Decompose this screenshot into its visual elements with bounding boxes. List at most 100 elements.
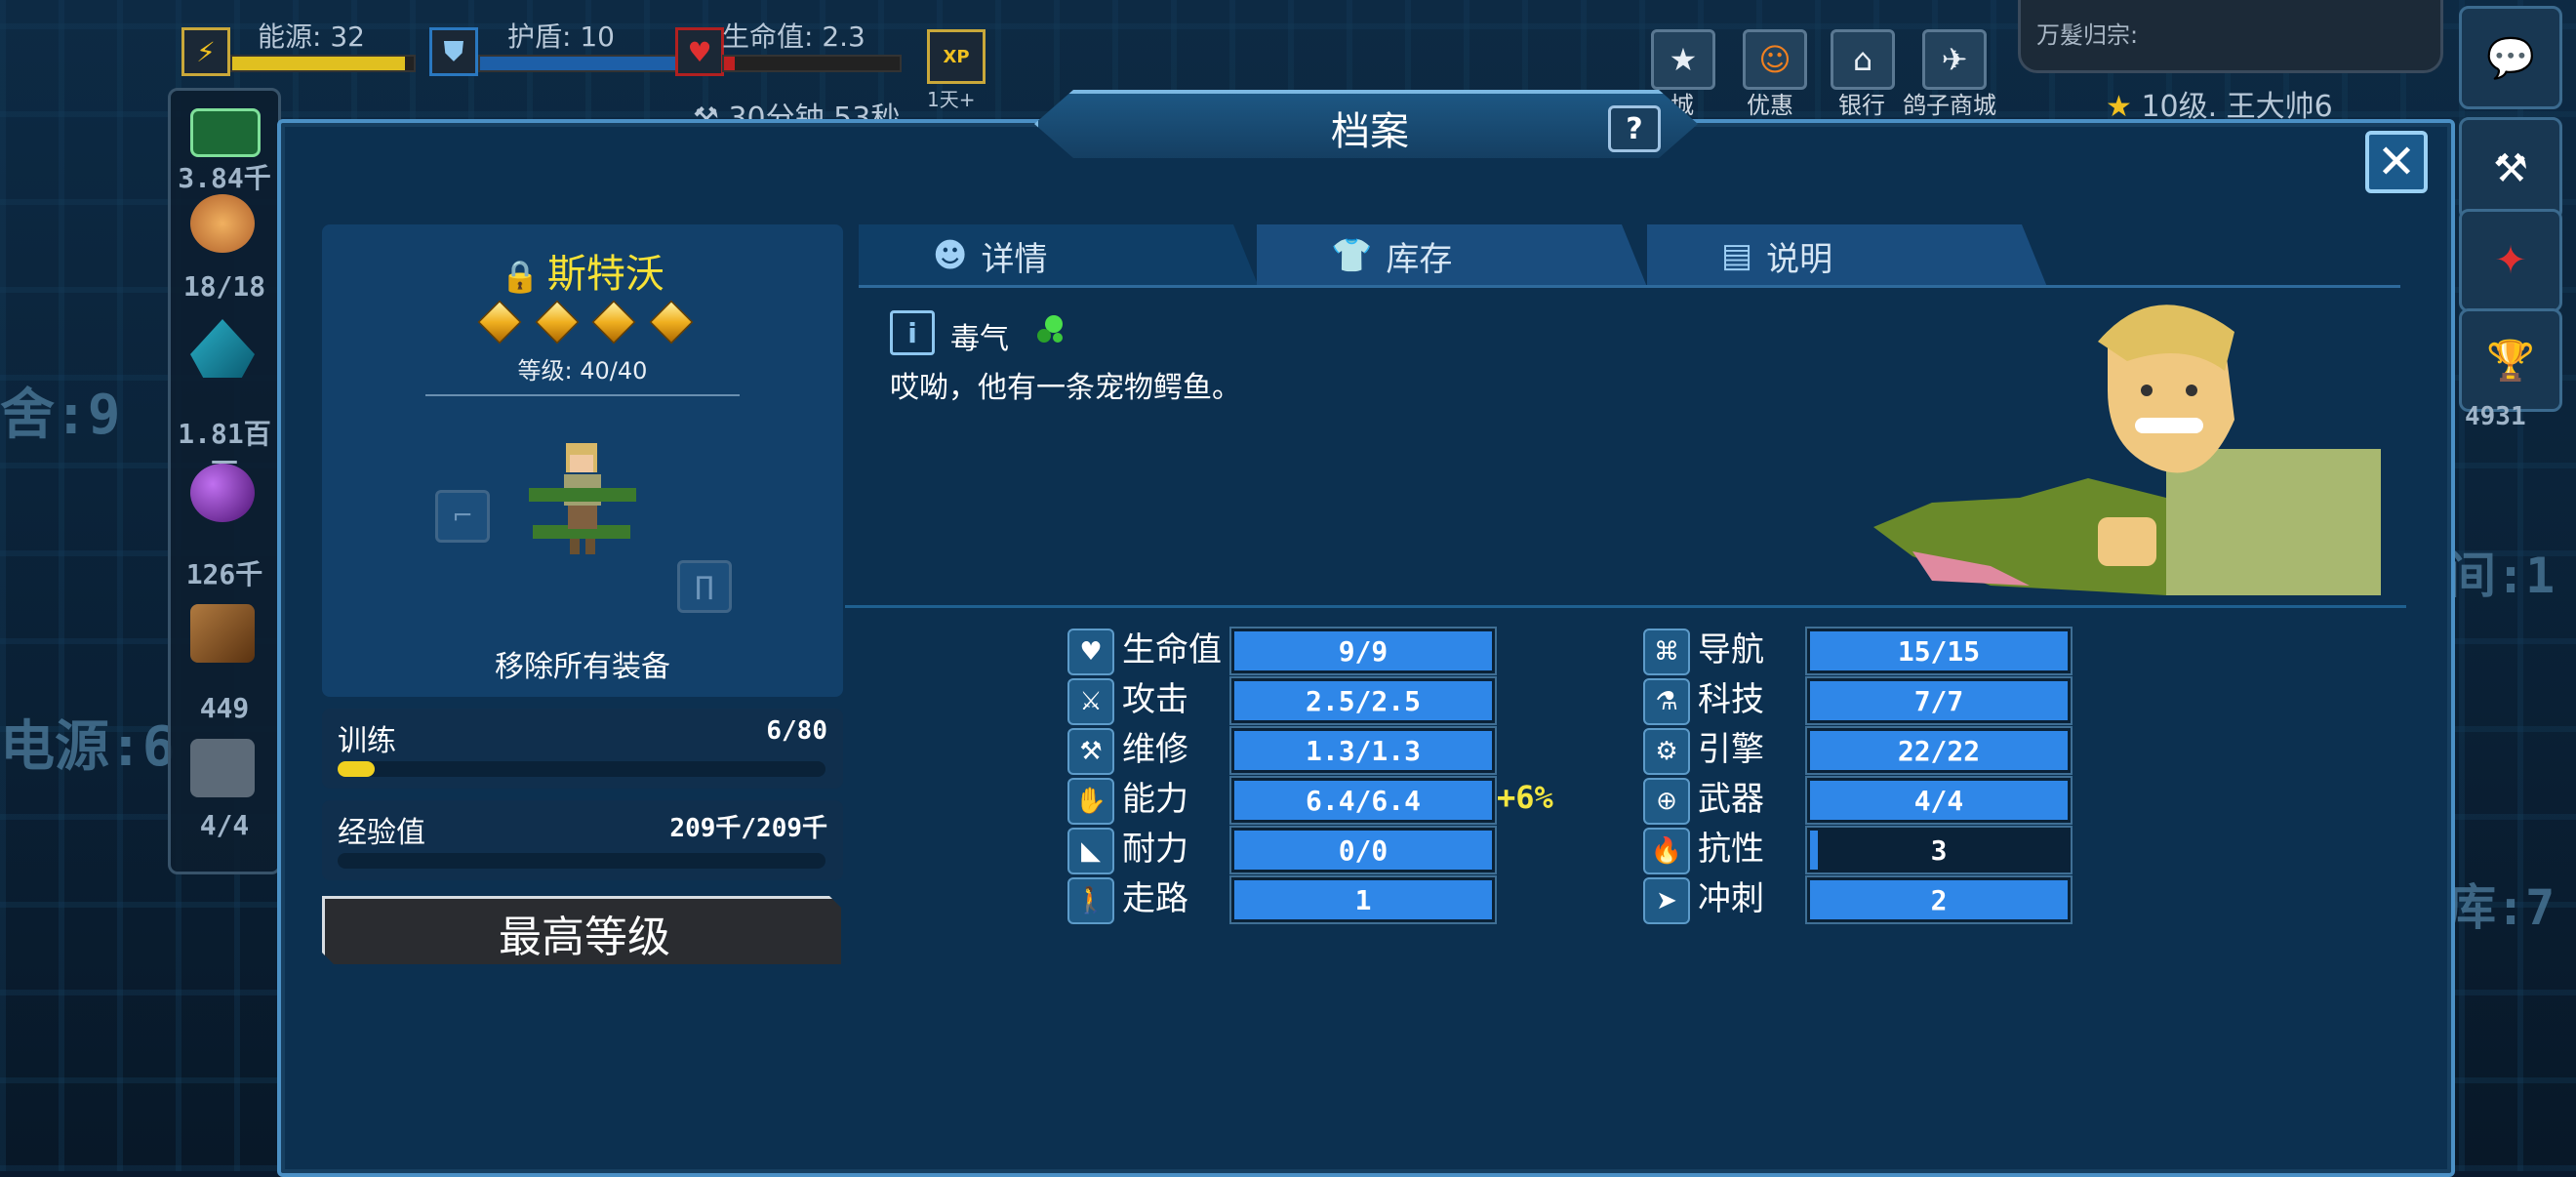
stat-value-bar: 2	[1805, 875, 2073, 924]
dove-shop-label: 鸽子商城	[1903, 92, 1996, 119]
tab-details[interactable]: ☻ 详情	[859, 224, 1259, 287]
stat-value-bar: 2.5/2.5	[1229, 676, 1497, 725]
energy-icon: ⚡	[181, 27, 230, 76]
heart-icon: ♥	[1067, 629, 1114, 675]
stat-name: 生命值	[1122, 630, 1222, 670]
clan-chat-box[interactable]: 万髮归宗:	[2018, 0, 2443, 73]
section-divider	[845, 605, 2406, 608]
experience-value: 209千/209千	[669, 814, 827, 843]
crew-name: 斯特沃	[546, 252, 664, 297]
xp-icon[interactable]: XP	[927, 29, 986, 84]
armor-slot[interactable]: ∏	[677, 560, 732, 613]
ability-bonus: +6%	[1497, 779, 1553, 816]
tab-label: 详情	[981, 239, 1048, 279]
lock-icon[interactable]: 🔒	[501, 258, 540, 295]
dark-matter-icon[interactable]	[190, 464, 255, 522]
money-icon[interactable]	[190, 108, 261, 157]
stat-value-bar: 15/15	[1805, 627, 2073, 675]
stat-value-bar: 3	[1805, 826, 2073, 874]
tab-label: 库存	[1386, 239, 1453, 279]
hammer-icon: ⚒	[2493, 146, 2528, 191]
rarity-gems	[477, 300, 694, 345]
chat-button[interactable]: 💬	[2459, 6, 2562, 109]
training-bar	[338, 761, 825, 777]
xp-sub-label: 1天+	[927, 88, 976, 111]
engine-icon: ⚙	[1643, 728, 1690, 775]
stat-name: 攻击	[1122, 680, 1188, 719]
fleet-icon[interactable]	[190, 739, 255, 797]
trophy-icon: 🏆	[2486, 338, 2535, 384]
run-icon: ➤	[1643, 877, 1690, 924]
fleet-value: 4/4	[199, 809, 250, 841]
shop-button[interactable]: ★	[1651, 29, 1715, 90]
hammer-icon: ⚒	[1067, 728, 1114, 775]
document-icon: ▤	[1721, 236, 1753, 275]
gem-icon	[591, 300, 636, 345]
stat-name: 耐力	[1122, 830, 1188, 869]
bg-room-text: 库:7	[2447, 879, 2556, 936]
build-button[interactable]: ⚒	[2459, 117, 2562, 221]
walk-icon: 🚶	[1067, 877, 1114, 924]
experience-bar	[338, 853, 825, 869]
shield-bar	[478, 55, 677, 72]
chat-bubble-icon: 💬	[2486, 35, 2535, 81]
flask-icon: ⚗	[1643, 678, 1690, 725]
close-button[interactable]: ✕	[2365, 131, 2428, 193]
modal-title-plate: 档案	[1034, 90, 1698, 158]
gun-icon: ⌐	[452, 502, 473, 531]
stat-value-bar: 9/9	[1229, 627, 1497, 675]
pilot-icon: ⌘	[1643, 629, 1690, 675]
stat-value-bar: 7/7	[1805, 676, 2073, 725]
weapon-slot[interactable]: ⌐	[435, 490, 490, 543]
max-level-button[interactable]: 最高等级	[322, 896, 841, 964]
dark-matter-value: 126千	[185, 558, 263, 590]
crosshair-icon: ⊕	[1643, 778, 1690, 825]
remove-all-equipment-button[interactable]: 移除所有装备	[322, 642, 843, 685]
shirt-icon: 👕	[1331, 236, 1373, 275]
energy-bar	[230, 55, 416, 72]
hp-bar	[722, 55, 902, 72]
stat-name: 能力	[1122, 780, 1188, 819]
hp-heart-icon: ♥	[675, 27, 724, 76]
crate-icon[interactable]	[190, 604, 255, 663]
dove-icon: ✈	[1941, 41, 1968, 78]
stat-name: 冲刺	[1698, 879, 1764, 918]
tab-inventory[interactable]: 👕 库存	[1257, 224, 1647, 287]
trophy-button[interactable]: 🏆	[2459, 308, 2562, 412]
energy-label: 能源: 32	[258, 20, 365, 53]
stat-name: 武器	[1698, 780, 1764, 819]
stat-value-bar: 1.3/1.3	[1229, 726, 1497, 775]
info-icon[interactable]: i	[890, 310, 935, 355]
shield-icon: ⛊	[429, 27, 478, 76]
battle-button[interactable]: ✦	[2459, 209, 2562, 312]
bank-icon: ⌂	[1852, 41, 1873, 78]
crew-card: 🔒 斯特沃 等级: 40/40 ⌐ ∏ 移除所有装备	[322, 224, 843, 697]
tab-description[interactable]: ▤ 说明	[1647, 224, 2047, 287]
bg-room-text: 舍:9	[0, 384, 121, 447]
mineral-icon[interactable]	[190, 194, 255, 253]
experience-box: 经验值 209千/209千	[322, 800, 843, 880]
fire-icon: 🔥	[1643, 828, 1690, 874]
help-button[interactable]: ?	[1608, 105, 1661, 152]
dove-shop-button[interactable]: ✈	[1922, 29, 1987, 90]
battle-icon: ✦	[2494, 238, 2527, 283]
crew-count: 18/18	[182, 270, 266, 303]
money-value: 3.84千	[178, 162, 271, 194]
crew-level: 等级: 40/40	[517, 357, 648, 385]
top-hud: ⚡ 能源: 32 ⛊ 护盾: 10 ♥ 生命值: 2.3 XP 1天+ ⚒ 30…	[176, 0, 2225, 136]
stat-value-bar: 6.4/6.4	[1229, 776, 1497, 825]
person-icon: ☻	[933, 236, 968, 275]
modal-title: 档案	[1331, 109, 1409, 154]
stat-name: 科技	[1698, 680, 1764, 719]
offers-button[interactable]: ☺	[1743, 29, 1807, 90]
pumpkin-icon: ☺	[1758, 41, 1791, 78]
tab-label: 说明	[1766, 239, 1833, 279]
poison-gas-icon	[1037, 315, 1063, 343]
bank-button[interactable]: ⌂	[1831, 29, 1895, 90]
divider	[425, 394, 740, 396]
stat-value-bar: 1	[1229, 875, 1497, 924]
trophy-value: 4931	[2465, 402, 2526, 431]
bg-room-text: 间:1	[2447, 548, 2556, 604]
clan-label: 万髮归宗:	[2036, 21, 2139, 49]
crystal-icon[interactable]	[190, 319, 255, 378]
